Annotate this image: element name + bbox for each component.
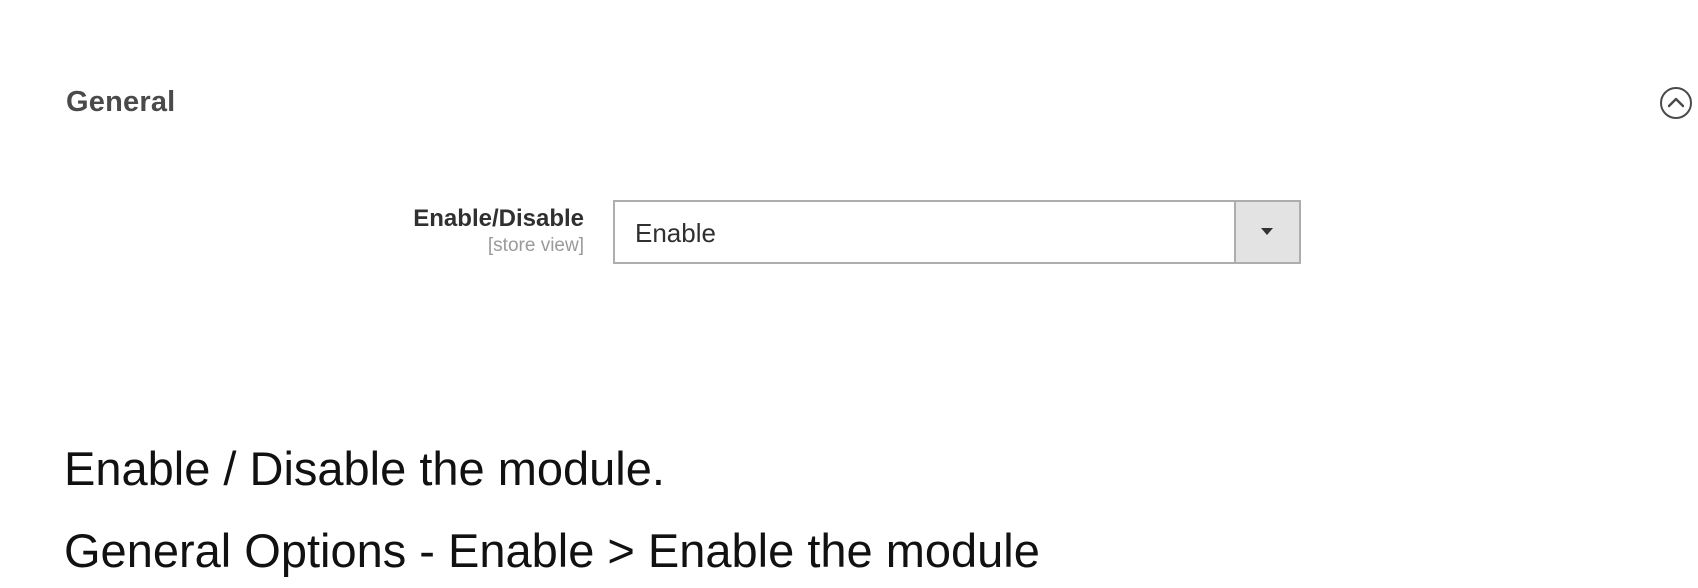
description-line-2: General Options - Enable > Enable the mo… xyxy=(64,524,1040,577)
collapse-toggle-icon[interactable] xyxy=(1659,86,1693,120)
select-arrow-button[interactable] xyxy=(1234,202,1299,262)
field-label-group: Enable/Disable [store view] xyxy=(300,204,584,258)
general-section-header[interactable]: General xyxy=(66,78,1698,128)
chevron-up-circle-icon xyxy=(1660,87,1692,119)
enable-disable-select[interactable]: Enable xyxy=(613,200,1301,264)
field-label: Enable/Disable xyxy=(413,205,584,232)
config-page: General Enable/Disable [store view] Enab… xyxy=(0,0,1698,588)
field-scope: [store view] xyxy=(487,235,584,256)
description-line-1: Enable / Disable the module. xyxy=(64,442,665,495)
select-value: Enable xyxy=(635,218,716,248)
caret-down-icon xyxy=(1261,228,1273,235)
section-title: General xyxy=(66,86,176,118)
enable-disable-field: Enable/Disable [store view] Enable xyxy=(0,200,1698,270)
